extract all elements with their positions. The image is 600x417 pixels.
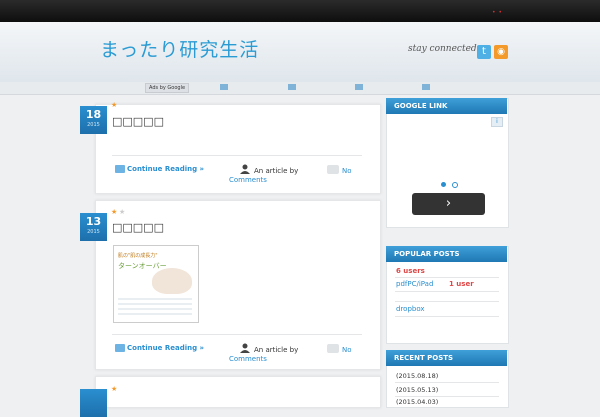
popular-count: 1 user — [449, 280, 474, 288]
article-by-label: An article by — [254, 167, 299, 175]
ads-by-google-label[interactable]: Ads by Google — [145, 83, 190, 93]
popular-item-link[interactable]: pdfPC/iPad — [396, 280, 433, 288]
recent-post-link[interactable]: (2015.04.03) — [396, 398, 438, 406]
post-date-badge: 13 2015 — [80, 213, 107, 241]
ad-link-icon[interactable] — [355, 84, 363, 90]
top-bar-dots: •• — [492, 9, 506, 16]
continue-icon — [115, 165, 125, 173]
popular-count: 6 users — [396, 267, 425, 275]
recent-post-link[interactable]: (2015.08.18) — [396, 372, 438, 380]
popular-posts-title: POPULAR POSTS — [386, 246, 507, 262]
recent-post-link[interactable]: (2015.05.13) — [396, 386, 438, 394]
ad-link-icon[interactable] — [422, 84, 430, 90]
post-card — [95, 376, 381, 408]
rss-icon[interactable]: ◉ — [494, 45, 508, 59]
author-icon — [240, 343, 250, 353]
star-icon: ★ — [111, 385, 118, 393]
recent-divider — [395, 396, 499, 397]
post-date-badge: 18 2015 — [80, 106, 107, 134]
popular-item-link[interactable]: dropbox — [396, 305, 425, 313]
comments-link[interactable]: Comments — [229, 355, 267, 363]
popular-divider — [395, 277, 499, 278]
top-bar: •• — [0, 0, 600, 22]
comment-bubble-icon — [327, 165, 339, 174]
post-year: 2015 — [87, 122, 100, 128]
continue-reading-link[interactable]: Continue Reading » — [127, 344, 204, 352]
author-icon — [240, 164, 250, 174]
post-thumbnail[interactable]: 肌の"肌の成長力" ターンオーバー — [113, 245, 199, 323]
star-icon: ★ — [111, 101, 118, 109]
popular-divider — [395, 316, 499, 317]
continue-icon — [115, 344, 125, 352]
twitter-icon[interactable]: t — [477, 45, 491, 59]
post-title[interactable]: □□□□□ — [112, 115, 164, 128]
post-day: 18 — [85, 108, 102, 121]
site-header: まったり研究生活 stay connected → t ◉ — [0, 22, 600, 82]
site-title[interactable]: まったり研究生活 — [100, 35, 259, 62]
article-by-label: An article by — [254, 346, 299, 354]
thumbnail-body-text — [118, 298, 192, 316]
comments-link[interactable]: Comments — [229, 176, 267, 184]
ads-bar: Ads by Google — [0, 82, 600, 95]
info-icon[interactable]: i — [491, 117, 503, 127]
post-divider — [112, 334, 362, 335]
comment-count-link[interactable]: No — [342, 167, 352, 175]
post-date-badge — [80, 389, 107, 417]
thumbnail-heart-hands — [152, 268, 192, 294]
recent-divider — [395, 382, 499, 383]
recent-posts-title: RECENT POSTS — [386, 350, 507, 366]
continue-reading-link[interactable]: Continue Reading » — [127, 165, 204, 173]
ad-link-icon[interactable] — [220, 84, 228, 90]
comment-count-link[interactable]: No — [342, 346, 352, 354]
post-day: 13 — [85, 215, 102, 228]
carousel-dot[interactable] — [452, 182, 458, 188]
popular-divider — [395, 301, 499, 302]
thumbnail-text-1: 肌の"肌の成長力" — [118, 253, 158, 259]
carousel-dot-active[interactable] — [441, 182, 446, 187]
star-empty-icon: ★ — [119, 208, 126, 216]
next-arrow-button[interactable]: › — [412, 193, 485, 215]
post-title[interactable]: □□□□□ — [112, 221, 164, 234]
post-year: 2015 — [87, 229, 100, 235]
popular-divider — [395, 291, 499, 292]
google-link-title: GOOGLE LINK — [386, 98, 507, 114]
comment-bubble-icon — [327, 344, 339, 353]
stay-connected-label: stay connected → — [408, 44, 488, 54]
ad-link-icon[interactable] — [288, 84, 296, 90]
post-divider — [112, 155, 362, 156]
star-icon: ★ — [111, 208, 118, 216]
